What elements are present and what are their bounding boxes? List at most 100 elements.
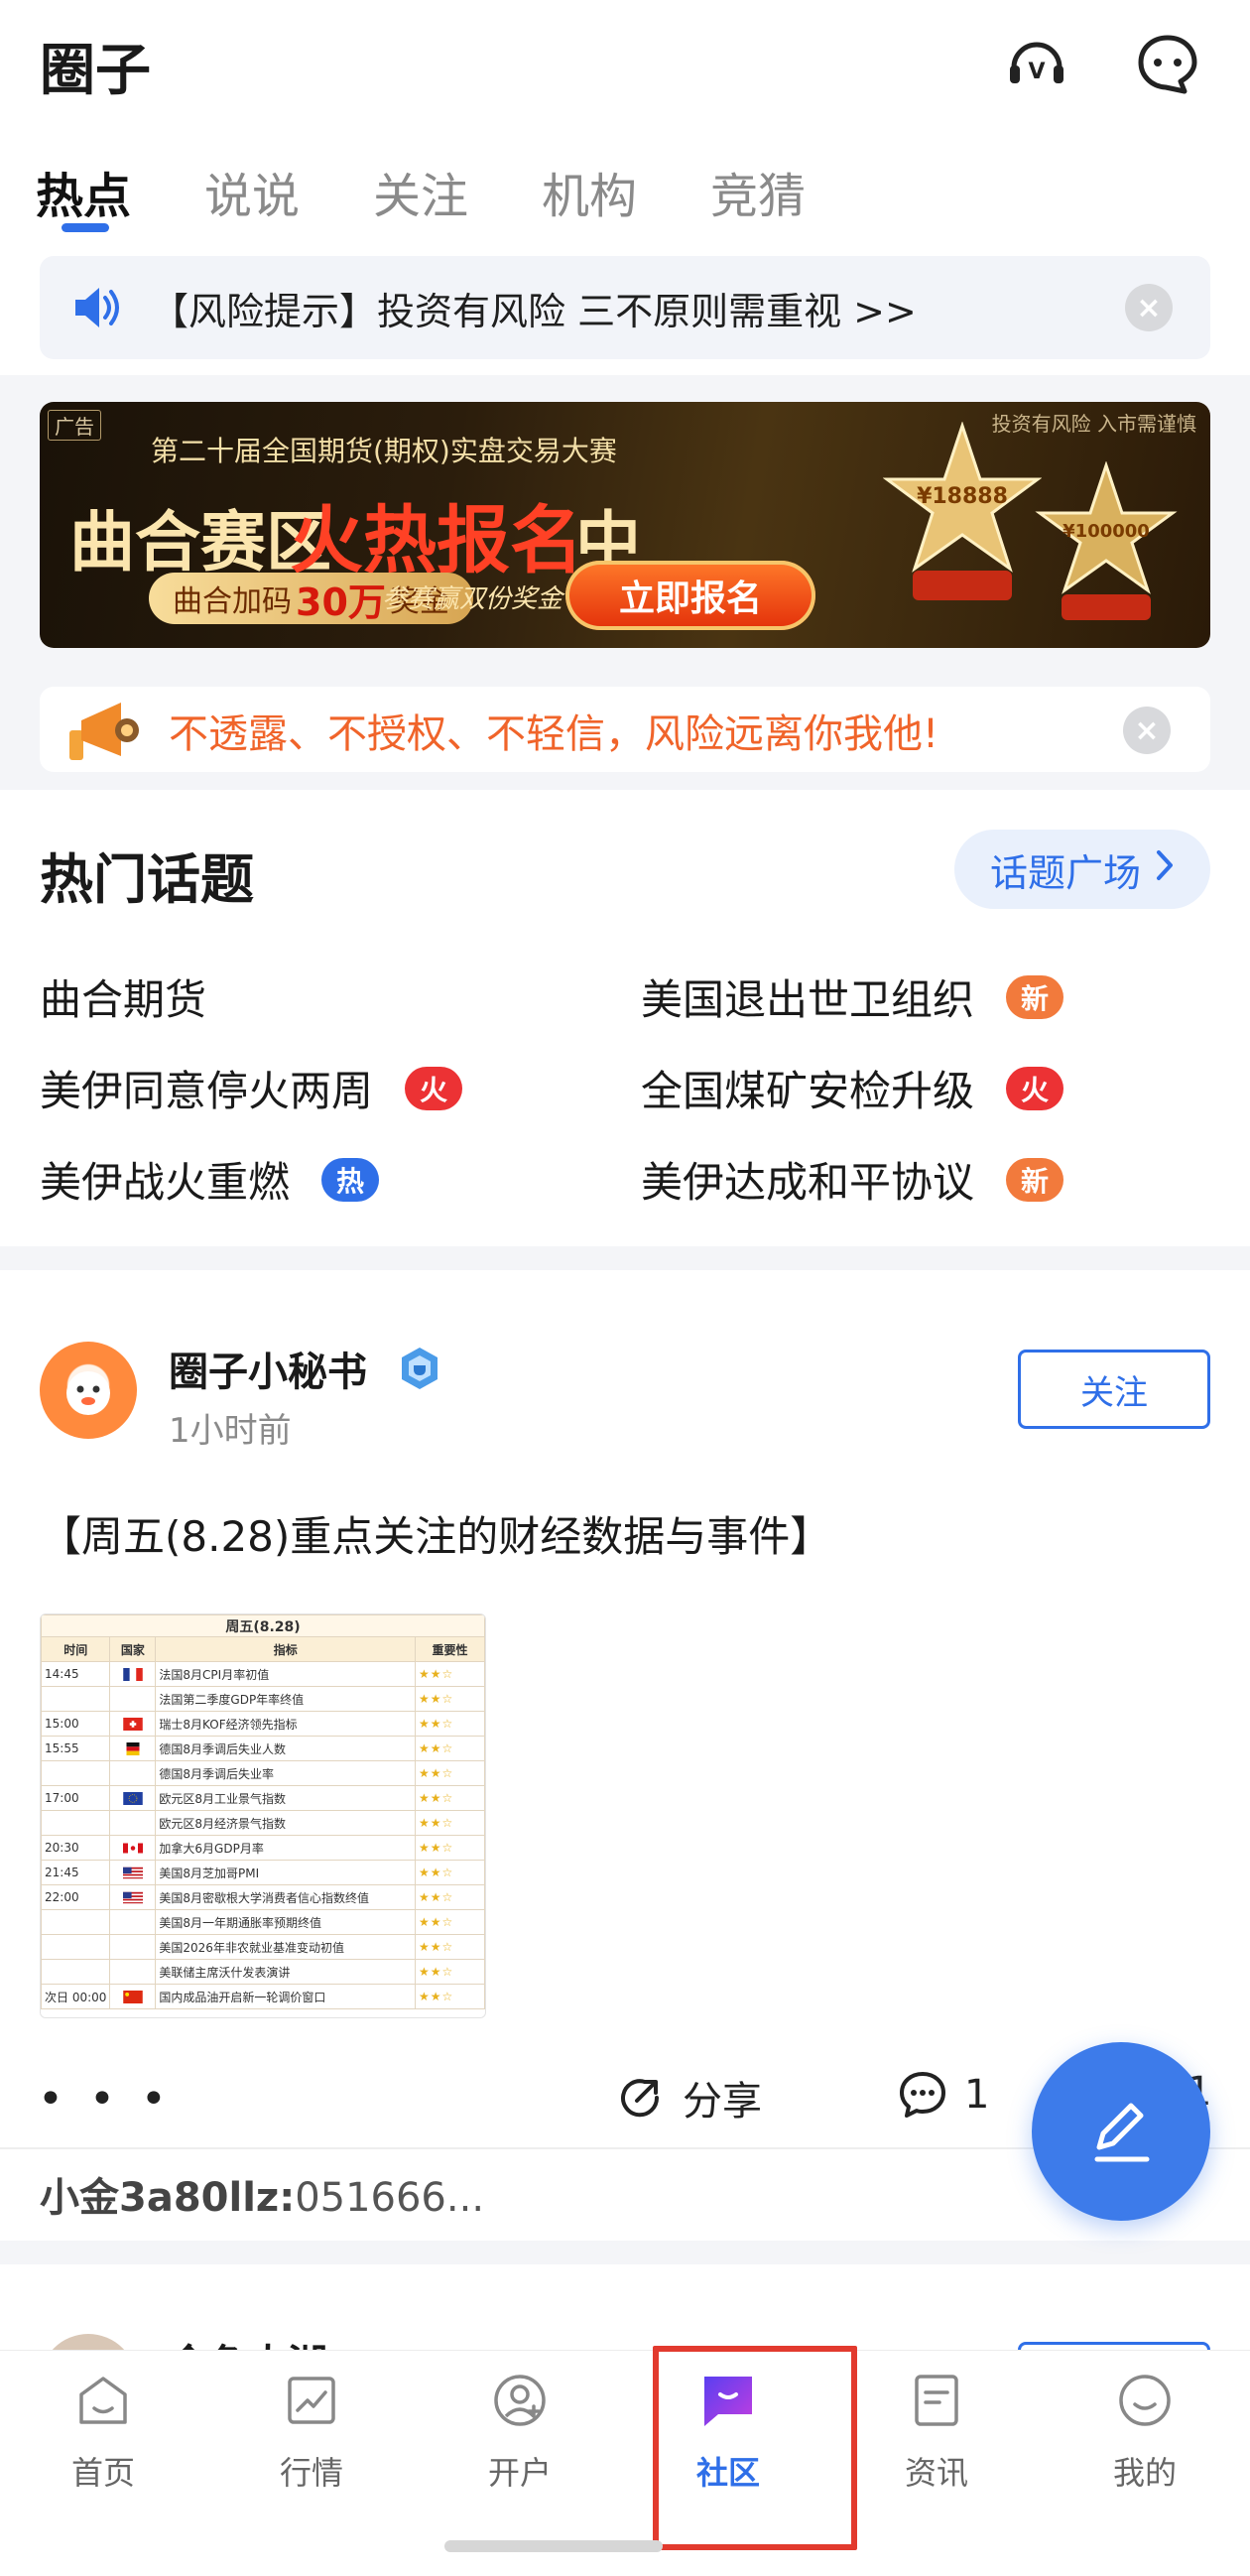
country-flag-icon — [109, 1959, 157, 1985]
calendar-indicator: 欧元区8月工业景气指数 — [155, 1785, 416, 1811]
post-title[interactable]: 【周五(8.28)重点关注的财经数据与事件】 — [40, 1503, 831, 1564]
calendar-indicator: 美联储主席沃什发表演讲 — [155, 1959, 416, 1985]
calendar-indicator: 美国8月一年期通胀率预期终值 — [155, 1909, 416, 1935]
calendar-time: 22:00 — [41, 1884, 111, 1910]
calendar-time: 20:30 — [41, 1835, 111, 1861]
risk-notice-text[interactable]: 【风险提示】投资有风险 三不原则需重视 >> — [151, 281, 917, 335]
hot-badge: 热 — [321, 1157, 380, 1202]
tab-talk[interactable]: 说说 — [204, 157, 300, 226]
banner-double-text: 参赛赢双份奖金 — [382, 584, 563, 614]
calendar-time — [41, 1959, 111, 1985]
nav-news[interactable]: 资讯 — [857, 2371, 1016, 2494]
calendar-row: 22:00 美国8月密歇根大学消费者信心指数终值 ★★☆ — [41, 1884, 485, 1910]
top-comment[interactable]: 小金3a80llz:051666... — [40, 2165, 484, 2223]
calendar-row: 德国8月季调后失业率 ★★☆ — [41, 1760, 485, 1786]
topic-label: 美国退出世卫组织 — [641, 975, 975, 1024]
importance-stars-icon: ★★☆ — [415, 1835, 485, 1861]
more-options-icon[interactable]: • • • — [38, 2074, 173, 2125]
tab-following[interactable]: 关注 — [373, 157, 468, 226]
calendar-row: 14:45 法国8月CPI月率初值 ★★☆ — [41, 1661, 485, 1687]
country-flag-icon — [109, 1760, 157, 1786]
importance-stars-icon: ★★☆ — [415, 1736, 485, 1761]
calendar-row: 20:30 加拿大6月GDP月率 ★★☆ — [41, 1835, 485, 1861]
topic-item[interactable]: 曲合期货 — [40, 966, 206, 1027]
tab-hot[interactable]: 热点 — [36, 157, 131, 226]
pen-icon — [1079, 2090, 1163, 2173]
calendar-row: 欧元区8月经济景气指数 ★★☆ — [41, 1810, 485, 1836]
col-header: 重要性 — [415, 1636, 485, 1662]
topic-item[interactable]: 美伊达成和平协议 新 — [641, 1149, 1064, 1210]
country-flag-icon — [109, 1810, 157, 1836]
calendar-indicator: 美国8月芝加哥PMI — [155, 1860, 416, 1885]
calendar-indicator: 法国8月CPI月率初值 — [155, 1661, 416, 1687]
vip-service-icon[interactable]: V — [1002, 30, 1071, 99]
topic-item[interactable]: 美伊战火重燃 热 — [40, 1149, 380, 1210]
importance-stars-icon: ★★☆ — [415, 1860, 485, 1885]
calendar-row: 15:55 德国8月季调后失业人数 ★★☆ — [41, 1736, 485, 1761]
post-time: 1小时前 — [169, 1411, 292, 1451]
trophy-star-icon-2: ¥100000 — [1032, 460, 1181, 630]
trophy-1-amount: ¥18888 — [917, 484, 1008, 509]
share-button[interactable]: 分享 — [615, 2069, 762, 2126]
tab-guess[interactable]: 竞猜 — [710, 157, 806, 226]
tab-institution[interactable]: 机构 — [542, 157, 637, 226]
topic-item[interactable]: 美伊同意停火两周 火 — [40, 1058, 463, 1118]
topic-label: 美伊达成和平协议 — [641, 1158, 975, 1207]
avatar[interactable] — [40, 1342, 137, 1439]
calendar-row: 17:00 欧元区8月工业景气指数 ★★☆ — [41, 1785, 485, 1811]
nav-mine[interactable]: 我的 — [1065, 2371, 1224, 2494]
section-divider — [0, 1246, 1250, 1270]
register-now-button[interactable]: 立即报名 — [565, 561, 815, 630]
nav-home[interactable]: 首页 — [24, 2371, 183, 2494]
nav-label: 资讯 — [904, 2454, 968, 2492]
importance-stars-icon: ★★☆ — [415, 1959, 485, 1985]
calendar-time — [41, 1686, 111, 1712]
compose-post-button[interactable] — [1032, 2042, 1210, 2221]
share-label: 分享 — [683, 2079, 762, 2125]
calendar-time: 15:00 — [41, 1711, 111, 1737]
topic-item[interactable]: 美国退出世卫组织 新 — [641, 966, 1064, 1027]
calendar-title: 周五(8.28) — [41, 1614, 485, 1637]
post-author[interactable]: 圈子小秘书 — [169, 1340, 367, 1397]
tab-bar: 热点 说说 关注 机构 竞猜 — [0, 149, 1250, 238]
country-flag-icon — [109, 1835, 157, 1861]
topic-label: 曲合期货 — [40, 975, 207, 1024]
profile-icon — [1115, 2371, 1175, 2434]
nav-label: 我的 — [1112, 2454, 1177, 2492]
nav-open-account[interactable]: 开户 — [440, 2371, 599, 2494]
post-image[interactable]: 周五(8.28) 时间 国家 指标 重要性 14:45 法国8月CPI月率初值 ★★… — [40, 1613, 486, 2018]
topic-plaza-button[interactable]: 话题广场 — [954, 830, 1210, 909]
comment-count: 1 — [964, 2072, 990, 2118]
new-badge: 新 — [1006, 1157, 1064, 1202]
importance-stars-icon: ★★☆ — [415, 1884, 485, 1910]
calendar-time: 21:45 — [41, 1860, 111, 1885]
calendar-indicator: 美国2026年非农就业基准变动初值 — [155, 1934, 416, 1960]
topic-label: 全国煤矿安检升级 — [641, 1067, 975, 1115]
bonus-prefix: 曲合加码 — [173, 584, 292, 619]
importance-stars-icon: ★★☆ — [415, 1686, 485, 1712]
close-icon[interactable]: × — [1123, 707, 1171, 754]
calendar-row: 美联储主席沃什发表演讲 ★★☆ — [41, 1959, 485, 1985]
section-divider — [0, 2241, 1250, 2264]
calendar-time: 14:45 — [41, 1661, 111, 1687]
comment-button[interactable]: 1 — [897, 2069, 989, 2121]
follow-button[interactable]: 关注 — [1018, 1350, 1210, 1429]
topic-label: 美伊战火重燃 — [40, 1158, 291, 1207]
nav-market[interactable]: 行情 — [232, 2371, 391, 2494]
country-flag-icon — [109, 1785, 157, 1811]
close-icon[interactable]: × — [1125, 284, 1173, 331]
hot-topics-title: 热门话题 — [40, 848, 254, 911]
message-icon[interactable] — [1133, 30, 1202, 99]
nav-label: 开户 — [487, 2454, 552, 2492]
home-indicator[interactable] — [444, 2540, 663, 2552]
news-icon — [907, 2371, 966, 2434]
ad-banner[interactable]: 广告 投资有风险 入市需谨慎 第二十届全国期货(期权)实盘交易大赛 曲合赛区 火… — [40, 402, 1210, 648]
topic-plaza-label: 话题广场 — [989, 850, 1141, 895]
col-header: 时间 — [41, 1636, 111, 1662]
calendar-time — [41, 1909, 111, 1935]
country-flag-icon — [109, 1909, 157, 1935]
chevron-right-icon — [1155, 847, 1175, 891]
megaphone-icon — [65, 695, 145, 770]
topic-item[interactable]: 全国煤矿安检升级 火 — [641, 1058, 1064, 1118]
econ-calendar-table: 周五(8.28) 时间 国家 指标 重要性 14:45 法国8月CPI月率初值 ★★… — [41, 1614, 485, 2009]
